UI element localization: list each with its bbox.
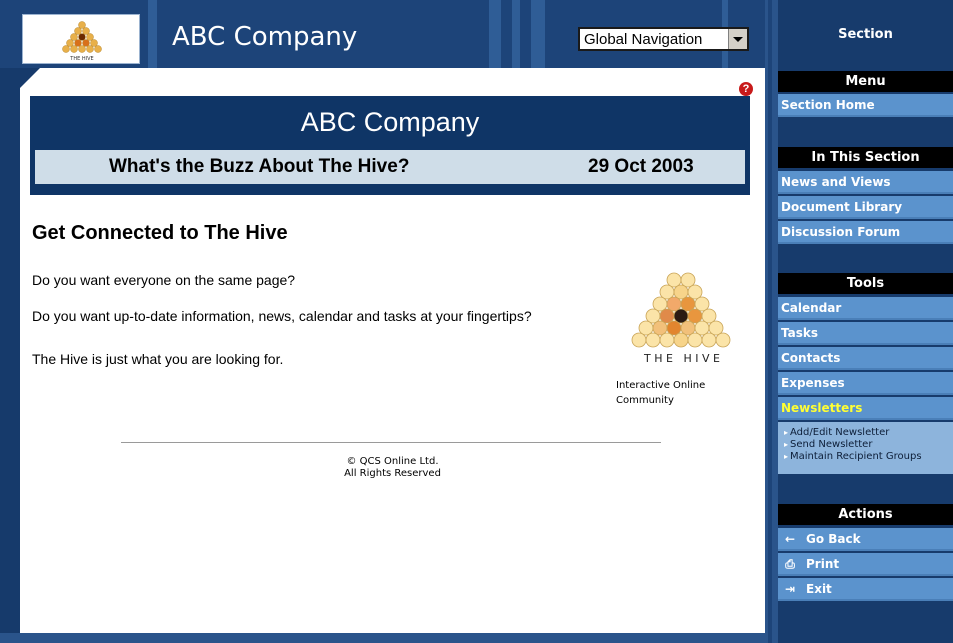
corner-notch: [20, 68, 40, 88]
in-this-section-heading: In This Section: [778, 147, 953, 168]
chevron-down-icon[interactable]: [728, 29, 747, 49]
header-stripe: [148, 0, 157, 68]
submenu-add-edit-newsletter[interactable]: Add/Edit Newsletter: [784, 427, 889, 439]
tools-heading: Tools: [778, 273, 953, 294]
action-label: Print: [806, 557, 840, 571]
rights-text: All Rights Reserved: [344, 468, 441, 479]
hive-logo-small[interactable]: THE HIVE: [22, 14, 140, 64]
copyright-text: © QCS Online Ltd.: [346, 456, 439, 467]
footer: © QCS Online Ltd. All Rights Reserved: [20, 456, 765, 480]
right-sidebar: Section Menu Section Home In This Sectio…: [765, 0, 953, 643]
main-content: ? ABC Company What's the Buzz About The …: [20, 68, 765, 633]
hive-caption: Interactive Online Community: [616, 378, 705, 408]
sidebar-item-expenses[interactable]: Expenses: [778, 372, 953, 395]
footer-divider: [121, 442, 661, 443]
sidebar-item-label: Newsletters: [781, 401, 863, 415]
sidebar-item-calendar[interactable]: Calendar: [778, 297, 953, 320]
submenu-maintain-recipient-groups[interactable]: Maintain Recipient Groups: [784, 451, 922, 463]
hive-caption-line: Community: [616, 395, 674, 406]
sidebar-item-label: Discussion Forum: [781, 225, 901, 239]
hive-mini-icon: THE HIVE: [62, 21, 102, 62]
newsletter-banner: ABC Company What's the Buzz About The Hi…: [30, 96, 750, 195]
print-icon: ⎙: [785, 557, 795, 571]
exit-door-icon: ⇥: [784, 582, 796, 596]
submenu-send-newsletter[interactable]: Send Newsletter: [784, 439, 872, 451]
global-navigation-value: Global Navigation: [584, 30, 703, 48]
action-label: Go Back: [806, 532, 861, 546]
sidebar-stripe: [768, 0, 772, 643]
sidebar-item-document-library[interactable]: Document Library: [778, 196, 953, 219]
sidebar-item-label: Tasks: [781, 326, 819, 340]
header-stripe: [512, 0, 520, 68]
go-back-button[interactable]: ← Go Back: [778, 528, 953, 551]
newsletter-title: What's the Buzz About The Hive?: [109, 156, 410, 177]
article-paragraph: Do you want up-to-date information, news…: [32, 308, 532, 324]
help-icon[interactable]: ?: [739, 82, 753, 96]
sidebar-item-label: Contacts: [781, 351, 841, 365]
menu-heading: Menu: [778, 71, 953, 92]
back-arrow-icon: ←: [784, 532, 796, 546]
company-name-header: ABC Company: [172, 22, 358, 52]
sidebar-item-label: News and Views: [781, 175, 891, 189]
buzz-bar: What's the Buzz About The Hive? 29 Oct 2…: [35, 150, 745, 184]
left-frame: [0, 68, 20, 643]
sidebar-section-title: Section: [838, 27, 893, 42]
svg-text:THE HIVE: THE HIVE: [69, 56, 93, 62]
print-button[interactable]: ⎙ Print: [778, 553, 953, 576]
sidebar-item-label: Document Library: [781, 200, 903, 214]
sidebar-item-section-home[interactable]: Section Home: [778, 94, 953, 117]
newsletter-date: 29 Oct 2003: [588, 156, 694, 177]
actions-heading: Actions: [778, 504, 953, 525]
sidebar-item-discussion-forum[interactable]: Discussion Forum: [778, 221, 953, 244]
header-stripe: [489, 0, 501, 68]
hive-caption-line: Interactive Online: [616, 380, 706, 391]
sidebar-item-news-and-views[interactable]: News and Views: [778, 171, 953, 194]
sidebar-item-label: Section Home: [781, 98, 875, 112]
article-heading: Get Connected to The Hive: [32, 222, 288, 244]
sidebar-item-newsletters[interactable]: Newsletters: [778, 397, 953, 420]
header-stripe: [531, 0, 545, 68]
bottom-frame: [0, 633, 765, 643]
sidebar-item-label: Calendar: [781, 301, 842, 315]
banner-title: ABC Company: [300, 107, 480, 137]
article-paragraph: The Hive is just what you are looking fo…: [32, 351, 284, 367]
exit-button[interactable]: ⇥ Exit: [778, 578, 953, 601]
action-label: Exit: [806, 582, 832, 596]
sidebar-item-tasks[interactable]: Tasks: [778, 322, 953, 345]
article-paragraph: Do you want everyone on the same page?: [32, 272, 296, 288]
global-navigation-select[interactable]: Global Navigation: [578, 27, 749, 51]
sidebar-item-contacts[interactable]: Contacts: [778, 347, 953, 370]
hive-logo-image: T H E H I V E: [631, 272, 731, 365]
top-header-bar: THE HIVE ABC Company Global Navigation: [0, 0, 765, 68]
sidebar-item-label: Expenses: [781, 376, 845, 390]
newsletters-submenu: Add/Edit Newsletter Send Newsletter Main…: [778, 422, 953, 474]
hive-logo-text: T H E H I V E: [643, 352, 720, 365]
